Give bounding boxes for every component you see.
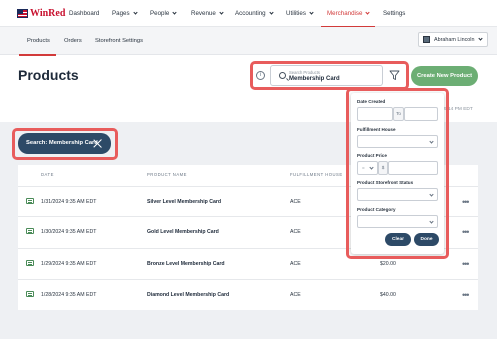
nav-revenue[interactable]: Revenue bbox=[191, 10, 224, 17]
row-price: $20.00 bbox=[380, 261, 396, 267]
nav-accounting[interactable]: Accounting bbox=[235, 10, 274, 17]
row-product-name[interactable]: Bronze Level Membership Card bbox=[147, 261, 225, 267]
more-options-icon[interactable]: ••• bbox=[462, 259, 470, 269]
chevron-down-icon bbox=[172, 10, 177, 15]
user-name: Abraham Lincoln bbox=[434, 36, 475, 43]
nav-utilities[interactable]: Utilities bbox=[286, 10, 314, 17]
nav-utilities-label: Utilities bbox=[286, 10, 306, 17]
nav-pages[interactable]: Pages bbox=[112, 10, 138, 17]
nav-merchandise-label: Merchandise bbox=[327, 10, 363, 17]
row-price: $40.00 bbox=[380, 292, 396, 298]
flag-icon bbox=[17, 9, 28, 18]
row-product-name[interactable]: Silver Level Membership Card bbox=[147, 199, 221, 205]
more-options-icon[interactable]: ••• bbox=[462, 227, 470, 237]
chevron-down-icon bbox=[478, 36, 484, 41]
column-header-fulfillment-house: FULFILLMENT HOUSE bbox=[290, 172, 343, 177]
more-options-icon[interactable]: ••• bbox=[462, 197, 470, 207]
row-date: 1/31/2024 9:35 AM EDT bbox=[41, 199, 97, 205]
nav-dashboard[interactable]: Dashboard bbox=[69, 10, 99, 17]
product-icon bbox=[26, 228, 34, 234]
create-new-product-button[interactable]: Create New Product bbox=[411, 66, 478, 86]
nav-revenue-label: Revenue bbox=[191, 10, 216, 17]
row-date: 1/30/2024 9:35 AM EDT bbox=[41, 229, 97, 235]
row-fulfillment: ACE bbox=[290, 292, 301, 298]
top-navigation: WinRed Dashboard Pages People Revenue Ac… bbox=[0, 0, 497, 27]
tab-storefront-settings[interactable]: Storefront Settings bbox=[95, 38, 143, 44]
row-fulfillment: ACE bbox=[290, 199, 301, 205]
search-highlight bbox=[250, 61, 409, 90]
nav-settings[interactable]: Settings bbox=[383, 10, 405, 17]
nav-pages-label: Pages bbox=[112, 10, 130, 17]
chip-highlight bbox=[12, 128, 118, 160]
chevron-down-icon bbox=[309, 10, 314, 15]
product-icon bbox=[26, 260, 34, 266]
chevron-down-icon bbox=[365, 10, 371, 15]
tab-products[interactable]: Products bbox=[27, 38, 50, 44]
more-options-icon[interactable]: ••• bbox=[462, 290, 470, 300]
row-date: 1/28/2024 9:35 AM EDT bbox=[41, 292, 97, 298]
chevron-down-icon bbox=[219, 10, 224, 15]
table-row[interactable]: 1/28/2024 9:35 AM EDT Diamond Level Memb… bbox=[18, 279, 478, 309]
nav-accounting-label: Accounting bbox=[235, 10, 266, 17]
tab-orders[interactable]: Orders bbox=[64, 38, 82, 44]
page-title: Products bbox=[18, 67, 79, 83]
winred-logo[interactable]: WinRed bbox=[17, 8, 65, 19]
avatar bbox=[423, 36, 430, 43]
nav-people-label: People bbox=[150, 10, 170, 17]
row-fulfillment: ACE bbox=[290, 261, 301, 267]
row-product-name[interactable]: Diamond Level Membership Card bbox=[147, 292, 229, 298]
product-icon bbox=[26, 198, 34, 204]
footer-area bbox=[0, 310, 497, 339]
logo-text: WinRed bbox=[30, 8, 66, 19]
filter-panel-highlight bbox=[346, 88, 449, 259]
user-menu[interactable]: Abraham Lincoln bbox=[418, 32, 488, 47]
row-product-name[interactable]: Gold Level Membership Card bbox=[147, 229, 219, 235]
column-header-product-name: PRODUCT NAME bbox=[147, 172, 187, 177]
row-date: 1/29/2024 9:35 AM EDT bbox=[41, 261, 97, 267]
column-header-date: DATE bbox=[41, 172, 54, 177]
row-fulfillment: ACE bbox=[290, 229, 301, 235]
chevron-down-icon bbox=[132, 10, 138, 15]
product-icon bbox=[26, 291, 34, 297]
nav-people[interactable]: People bbox=[150, 10, 177, 17]
nav-merchandise[interactable]: Merchandise bbox=[327, 10, 371, 17]
chevron-down-icon bbox=[269, 10, 274, 15]
